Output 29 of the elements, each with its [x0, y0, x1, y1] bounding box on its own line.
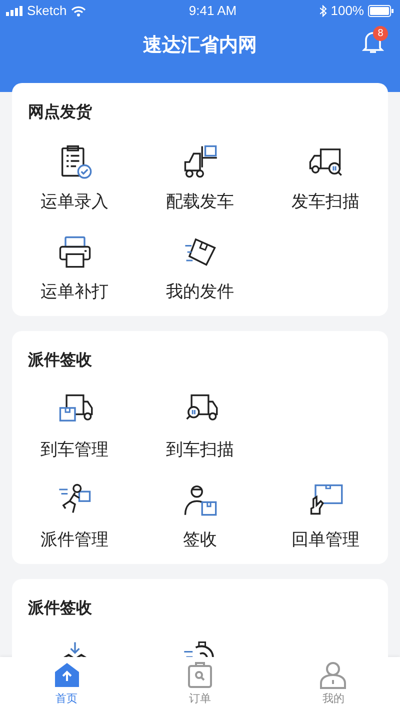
menu-label[interactable]: 我的发件 [166, 278, 234, 304]
carrier-name: Sketch [27, 2, 67, 20]
clipboard-search-icon[interactable] [186, 660, 214, 689]
signal-icon [6, 6, 23, 16]
status-time: 9:41 AM [188, 2, 237, 20]
user-icon[interactable] [319, 660, 348, 689]
battery-icon [368, 5, 394, 17]
tab-item[interactable]: 我的 [266, 657, 400, 711]
tab-item[interactable]: 订单 [133, 657, 267, 711]
tab-item[interactable]: 首页 [0, 657, 134, 711]
menu-label[interactable]: 运单补打 [40, 278, 109, 304]
notification-badge: 8 [373, 26, 388, 41]
menu-label[interactable]: 到车扫描 [166, 437, 234, 462]
menu-label[interactable]: 运单录入 [40, 189, 109, 214]
app-title: 速达汇省内网 [143, 34, 257, 58]
section-title: 网点发货 [27, 102, 93, 123]
wifi-icon [70, 6, 86, 16]
menu-label[interactable]: 发车扫描 [291, 189, 360, 214]
menu-label[interactable]: 签收 [182, 526, 217, 552]
menu-label[interactable]: 派件管理 [40, 526, 109, 552]
section-title: 派件签收 [27, 598, 93, 619]
bell-icon[interactable] [362, 30, 384, 54]
bluetooth-icon [320, 5, 327, 17]
menu-label[interactable]: 回单管理 [291, 526, 360, 552]
menu-label[interactable]: 到车管理 [40, 437, 109, 462]
home-icon[interactable] [52, 660, 81, 689]
battery-percent: 100% [330, 2, 364, 20]
section-title: 派件签收 [27, 350, 93, 371]
menu-label[interactable]: 配载发车 [166, 189, 234, 214]
